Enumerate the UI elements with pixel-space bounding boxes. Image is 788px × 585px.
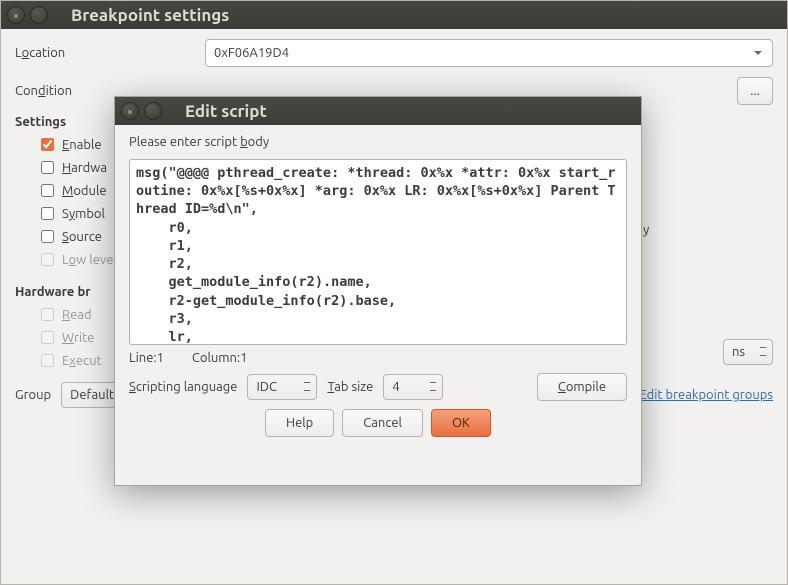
edit-ok-button[interactable]: OK: [431, 409, 491, 437]
edit-close-icon[interactable]: ×: [121, 102, 139, 120]
edit-minimize-icon[interactable]: [144, 102, 162, 120]
scripting-language-label: Scripting language: [129, 380, 237, 394]
scripting-language-select[interactable]: IDC: [247, 374, 317, 400]
breakpoint-minimize-icon[interactable]: [30, 6, 48, 24]
location-input[interactable]: 0xF06A19D4: [205, 39, 773, 67]
tab-size-label: Tab size: [327, 380, 373, 394]
breakpoint-titlebar: × Breakpoint settings: [1, 1, 787, 29]
compile-button[interactable]: Compile: [537, 373, 627, 401]
script-body-textarea[interactable]: msg("@@@@ pthread_create: *thread: 0x%x …: [129, 159, 627, 345]
right-fragment-y: y: [643, 223, 773, 237]
edit-help-button[interactable]: Help: [265, 409, 334, 437]
edit-script-titlebar: × Edit script: [115, 97, 641, 125]
edit-cancel-button[interactable]: Cancel: [342, 409, 423, 437]
script-prompt: Please enter script body: [115, 125, 641, 153]
edit-script-dialog: × Edit script Please enter script body m…: [114, 96, 642, 486]
edit-groups-link[interactable]: Edit breakpoint groups: [639, 388, 773, 402]
condition-edit-button[interactable]: ...: [737, 77, 773, 105]
right-fragment-ns-spin[interactable]: ns: [723, 339, 773, 365]
group-label: Group: [15, 388, 51, 402]
obscured-right-text: y ns: [643, 223, 773, 365]
edit-title: Edit script: [185, 102, 267, 121]
breakpoint-close-icon[interactable]: ×: [7, 6, 25, 24]
column-status: Column:1: [192, 351, 248, 365]
breakpoint-title: Breakpoint settings: [71, 6, 229, 25]
tab-size-select[interactable]: 4: [383, 374, 443, 400]
line-status: Line:1: [129, 351, 164, 365]
location-label: Location: [15, 46, 205, 60]
